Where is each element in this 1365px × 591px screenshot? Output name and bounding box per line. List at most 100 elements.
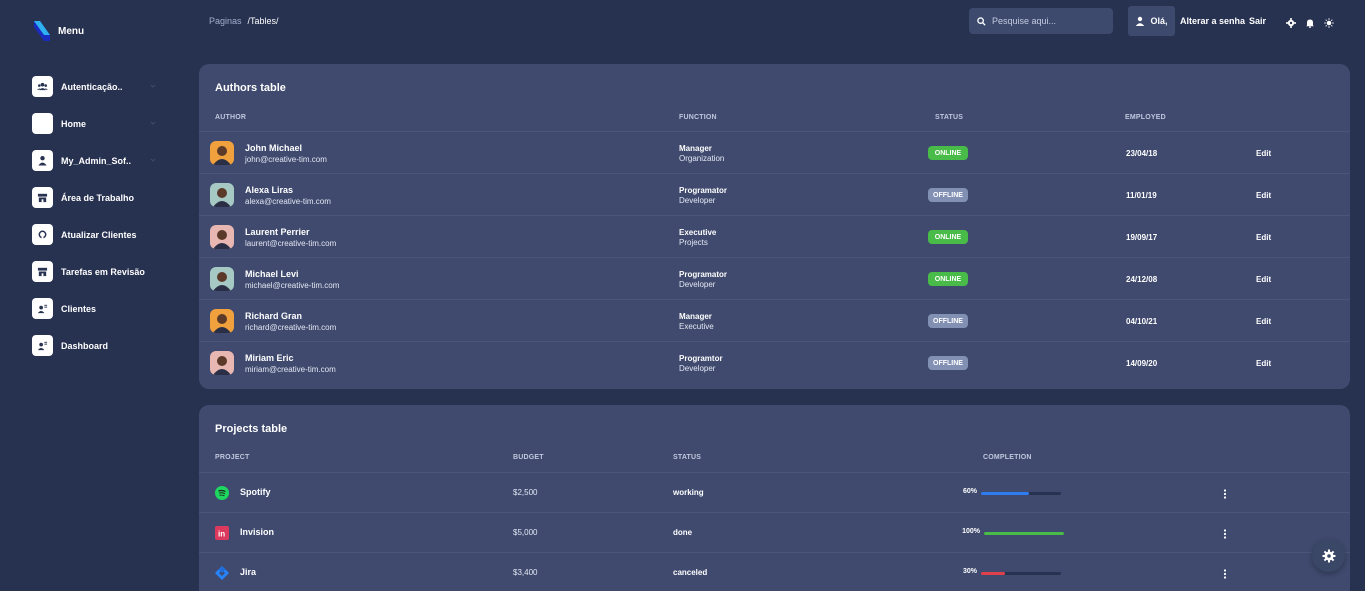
project-budget: $5,000 — [513, 528, 538, 537]
author-role: Programtor — [679, 354, 723, 363]
status-badge: ONLINE — [928, 146, 968, 160]
gear-icon[interactable] — [1286, 15, 1296, 28]
refresh-icon — [32, 224, 53, 245]
author-name: Richard Gran — [245, 311, 303, 321]
completion-bar — [981, 572, 1061, 575]
breadcrumb: Paginas /Tables/ — [209, 16, 279, 26]
employed-date: 19/09/17 — [1126, 233, 1158, 242]
author-org: Developer — [679, 196, 716, 205]
completion-percent: 30% — [962, 568, 977, 575]
author-org: Developer — [679, 280, 716, 289]
sidebar-item-label: Atualizar Clientes — [61, 229, 137, 240]
sidebar-item-autenticacao[interactable]: Autenticação.. — [32, 76, 162, 97]
employed-date: 14/09/20 — [1126, 359, 1158, 368]
author-email: richard@creative-tim.com — [245, 323, 337, 332]
edit-link[interactable]: Edit — [1256, 359, 1271, 368]
configurator-button[interactable] — [1312, 539, 1345, 572]
bell-icon[interactable] — [1305, 15, 1315, 28]
completion-percent: 60% — [962, 488, 977, 495]
breadcrumb-parent[interactable]: Paginas — [209, 16, 242, 26]
user-icon — [32, 150, 53, 171]
employed-date: 04/10/21 — [1126, 317, 1158, 326]
completion-bar — [981, 492, 1061, 495]
table-row: Jira $3,400 canceled 30% — [199, 552, 1350, 591]
theme-toggle-icon[interactable] — [1324, 15, 1334, 28]
table-row: in Invision $5,000 done 100% — [199, 512, 1350, 552]
project-status: done — [673, 528, 693, 537]
sidebar-item-label: Dashboard — [61, 340, 109, 351]
status-badge: OFFLINE — [928, 188, 968, 202]
sidebar-item-label: Home — [61, 118, 87, 129]
column-header-employed: EMPLOYED — [1125, 114, 1166, 121]
avatar — [210, 351, 234, 375]
sidebar-item-label: Clientes — [61, 303, 97, 314]
edit-link[interactable]: Edit — [1256, 233, 1271, 242]
sidebar-item-home[interactable]: Home — [32, 113, 162, 134]
edit-link[interactable]: Edit — [1256, 275, 1271, 284]
more-options-icon[interactable] — [1222, 489, 1228, 499]
project-budget: $3,400 — [513, 568, 538, 577]
table-row: Michael Levi michael@creative-tim.com Prog… — [199, 257, 1350, 299]
author-org: Organization — [679, 154, 725, 163]
more-options-icon[interactable] — [1222, 569, 1228, 579]
table-row: Alexa Liras alexa@creative-tim.com Program… — [199, 173, 1350, 215]
author-name: Michael Levi — [245, 269, 299, 279]
table-row: Miriam Eric miriam@creative-tim.com Progra… — [199, 341, 1350, 383]
user-menu[interactable]: Olá, — [1128, 6, 1175, 36]
avatar — [210, 309, 234, 333]
search-box[interactable] — [969, 8, 1113, 34]
sidebar-item-area-de-trabalho[interactable]: Área de Trabalho — [32, 187, 162, 208]
project-status: working — [673, 488, 704, 497]
employed-date: 23/04/18 — [1126, 149, 1158, 158]
change-password-link[interactable]: Alterar a senha — [1180, 16, 1245, 26]
column-header-status: STATUS — [673, 454, 702, 461]
svg-text:in: in — [218, 530, 225, 539]
author-email: miriam@creative-tim.com — [245, 365, 336, 374]
author-name: Laurent Perrier — [245, 227, 310, 237]
completion-bar-fill — [981, 572, 1005, 575]
project-name: Jira — [240, 567, 257, 577]
invision-icon: in — [215, 526, 229, 540]
sidebar-item-my-admin[interactable]: My_Admin_Sof.. — [32, 150, 162, 171]
avatar — [210, 183, 234, 207]
status-badge: ONLINE — [928, 272, 968, 286]
sidebar-item-dashboard[interactable]: Dashboard — [32, 335, 162, 356]
store-icon — [32, 187, 53, 208]
column-header-completion: COMPLETION — [983, 454, 1032, 461]
edit-link[interactable]: Edit — [1256, 317, 1271, 326]
author-name: John Michael — [245, 143, 303, 153]
brand[interactable]: Menu — [34, 21, 84, 41]
sidebar-item-label: My_Admin_Sof.. — [61, 155, 132, 166]
employed-date: 11/01/19 — [1126, 191, 1157, 200]
sidebar: Menu Autenticação.. Home My_Admin_Sof.. — [0, 0, 185, 591]
sidebar-item-tarefas-em-revisao[interactable]: Tarefas em Revisão — [32, 261, 162, 282]
edit-link[interactable]: Edit — [1256, 191, 1271, 200]
sidebar-item-atualizar-clientes[interactable]: Atualizar Clientes — [32, 224, 162, 245]
project-name: Spotify — [240, 487, 271, 497]
column-header-project: PROJECT — [215, 454, 250, 461]
author-role: Manager — [679, 144, 712, 153]
authors-table-title: Authors table — [215, 82, 286, 94]
user-icon — [1136, 16, 1145, 26]
avatar — [210, 267, 234, 291]
clients-icon — [32, 335, 53, 356]
edit-link[interactable]: Edit — [1256, 149, 1271, 158]
brand-logo-icon — [34, 21, 50, 41]
sidebar-item-clientes[interactable]: Clientes — [32, 298, 162, 319]
users-icon — [32, 76, 53, 97]
author-email: john@creative-tim.com — [245, 155, 327, 164]
author-email: alexa@creative-tim.com — [245, 197, 331, 206]
status-badge: OFFLINE — [928, 356, 968, 370]
author-org: Executive — [679, 322, 714, 331]
author-email: laurent@creative-tim.com — [245, 239, 337, 248]
column-header-budget: BUDGET — [513, 454, 544, 461]
column-header-author: AUTHOR — [215, 114, 247, 121]
chevron-down-icon — [150, 121, 156, 125]
completion-bar-fill — [984, 532, 1064, 535]
search-input[interactable] — [992, 16, 1102, 26]
sidebar-item-label: Tarefas em Revisão — [61, 266, 145, 277]
user-greeting: Olá, — [1150, 16, 1168, 26]
more-options-icon[interactable] — [1222, 529, 1228, 539]
gear-icon — [1322, 549, 1335, 562]
logout-link[interactable]: Sair — [1249, 16, 1266, 26]
